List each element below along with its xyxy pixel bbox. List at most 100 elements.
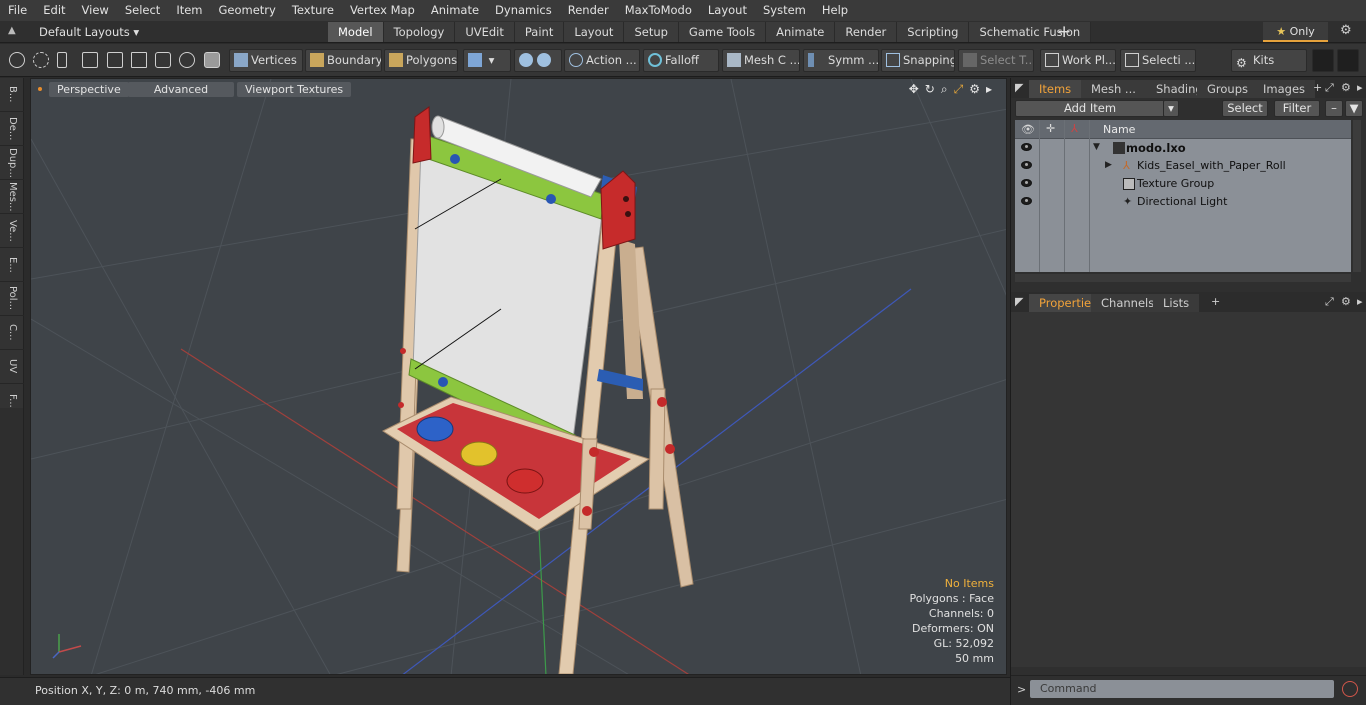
- strip-tab-curve[interactable]: C...: [0, 316, 24, 350]
- visibility-eye-icon[interactable]: [1021, 161, 1032, 169]
- expand-right-icon[interactable]: ▶: [1105, 160, 1112, 170]
- solid-shade-icon[interactable]: [204, 52, 220, 68]
- funnel-icon[interactable]: ▼: [1345, 100, 1363, 117]
- advanced-dropdown[interactable]: Advanced: [128, 82, 234, 97]
- command-input[interactable]: Command: [1030, 680, 1334, 698]
- menu-select[interactable]: Select: [117, 0, 168, 21]
- falloff-button[interactable]: Falloff: [643, 49, 719, 72]
- item-mode-dropdown[interactable]: ▾: [463, 49, 511, 72]
- align-icon[interactable]: [107, 52, 123, 68]
- snapping-button[interactable]: Snapping: [881, 49, 955, 72]
- action-center-button[interactable]: Action ...: [564, 49, 640, 72]
- tab-scripting[interactable]: Scripting: [897, 22, 970, 42]
- properties-arrow-icon[interactable]: ▸: [1357, 295, 1363, 308]
- tab-uvedit[interactable]: UVEdit: [455, 22, 515, 42]
- expand-arrow-icon[interactable]: ▸: [986, 82, 992, 97]
- select-button[interactable]: Select: [1222, 100, 1268, 117]
- viewport-gear-icon[interactable]: ⚙: [969, 82, 980, 97]
- work-plane-button[interactable]: Work Pl...: [1040, 49, 1116, 72]
- menu-maxtomodo[interactable]: MaxToModo: [617, 0, 700, 21]
- add-properties-tab-icon[interactable]: +: [1211, 295, 1220, 308]
- expand-down-icon[interactable]: ▼: [1093, 142, 1100, 152]
- gear-icon[interactable]: ⚙: [1340, 23, 1352, 38]
- menu-item[interactable]: Item: [168, 0, 210, 21]
- unreal-icon[interactable]: [1337, 49, 1359, 72]
- properties-collapse-icon[interactable]: ◤: [1015, 295, 1023, 308]
- item-row-light[interactable]: ✦ Directional Light: [1015, 193, 1351, 211]
- strip-tab-deform[interactable]: De...: [0, 112, 24, 146]
- symmetry-shapes-button[interactable]: [514, 49, 562, 72]
- pen-tool-icon[interactable]: [57, 52, 67, 68]
- boundary-button[interactable]: Boundary: [305, 49, 382, 72]
- strip-tab-edge[interactable]: E...: [0, 248, 24, 282]
- properties-maximize-icon[interactable]: ⤢: [1325, 295, 1334, 309]
- only-toggle[interactable]: ★ Only: [1263, 22, 1328, 42]
- tab-model[interactable]: Model: [328, 22, 384, 42]
- visibility-eye-icon[interactable]: [1021, 179, 1032, 187]
- frame-icon[interactable]: [155, 52, 171, 68]
- tab-game-tools[interactable]: Game Tools: [678, 22, 767, 42]
- visibility-eye-icon[interactable]: [1021, 143, 1032, 151]
- add-item-dropdown-icon[interactable]: ▾: [1163, 100, 1179, 117]
- perspective-dropdown[interactable]: Perspective: [49, 82, 129, 97]
- menu-vertex-map[interactable]: Vertex Map: [342, 0, 423, 21]
- menu-animate[interactable]: Animate: [423, 0, 487, 21]
- filter-button[interactable]: Filter: [1274, 100, 1320, 117]
- item-row-mesh[interactable]: ▶ ⅄ Kids_Easel_with_Paper_Roll: [1015, 157, 1351, 175]
- selection-sets-button[interactable]: Selecti ...: [1120, 49, 1196, 72]
- panel-arrow-icon[interactable]: ▸: [1357, 81, 1363, 94]
- viewport-textures-dropdown[interactable]: Viewport Textures: [237, 82, 352, 97]
- brush-icon[interactable]: [82, 52, 98, 68]
- vertices-button[interactable]: Vertices: [229, 49, 303, 72]
- menu-geometry[interactable]: Geometry: [211, 0, 284, 21]
- tab-mesh-ops[interactable]: Mesh ...: [1081, 80, 1146, 98]
- name-column-header[interactable]: Name: [1103, 123, 1135, 136]
- layout-arrow-icon[interactable]: ▲: [8, 25, 22, 39]
- tab-groups[interactable]: Groups: [1197, 80, 1259, 98]
- maximize-icon[interactable]: ⤢: [1325, 81, 1334, 95]
- center-icon[interactable]: [131, 52, 147, 68]
- item-list-scrollbar-horizontal[interactable]: [1015, 274, 1351, 282]
- tab-animate[interactable]: Animate: [766, 22, 836, 42]
- panel-collapse-icon[interactable]: ◤: [1015, 81, 1023, 94]
- tab-setup[interactable]: Setup: [624, 22, 679, 42]
- axis-column-icon[interactable]: ⅄: [1071, 122, 1078, 135]
- add-tab-icon[interactable]: +: [1057, 22, 1071, 42]
- menu-texture[interactable]: Texture: [284, 0, 342, 21]
- kits-button[interactable]: ⚙ Kits: [1231, 49, 1307, 72]
- 3d-viewport[interactable]: Perspective Advanced Viewport Textures ✥…: [30, 78, 1007, 675]
- menu-layout[interactable]: Layout: [700, 0, 755, 21]
- tab-images[interactable]: Images: [1253, 80, 1316, 98]
- rotate-icon[interactable]: [179, 52, 195, 68]
- menu-dynamics[interactable]: Dynamics: [487, 0, 560, 21]
- item-row-texture-group[interactable]: Texture Group: [1015, 175, 1351, 193]
- tab-items[interactable]: Items: [1029, 80, 1082, 98]
- menu-system[interactable]: System: [755, 0, 814, 21]
- add-item-button[interactable]: Add Item: [1015, 100, 1165, 117]
- list-options-icon[interactable]: –: [1325, 100, 1343, 117]
- item-list-scrollbar-vertical[interactable]: [1353, 120, 1361, 272]
- properties-gear-icon[interactable]: ⚙: [1341, 295, 1351, 308]
- visibility-eye-icon[interactable]: [1021, 197, 1032, 205]
- default-layouts-dropdown[interactable]: Default Layouts ▾: [39, 25, 139, 39]
- record-macro-icon[interactable]: [1342, 681, 1358, 697]
- symmetry-button[interactable]: Symm ...: [803, 49, 879, 72]
- strip-tab-duplicate[interactable]: Dup...: [0, 146, 24, 180]
- unity-icon[interactable]: [1312, 49, 1334, 72]
- tab-lists[interactable]: Lists: [1153, 294, 1200, 312]
- strip-tab-vertex[interactable]: Ve...: [0, 214, 24, 248]
- orbit-icon[interactable]: ↻: [925, 82, 935, 97]
- tab-layout[interactable]: Layout: [564, 22, 625, 42]
- tab-schematic-fusion[interactable]: Schematic Fusion: [969, 22, 1092, 42]
- strip-tab-mesh-edit[interactable]: Mes...: [0, 180, 24, 214]
- menu-file[interactable]: File: [0, 0, 35, 21]
- polygons-button[interactable]: Polygons: [384, 49, 458, 72]
- panel-gear-icon[interactable]: ⚙: [1341, 81, 1351, 94]
- tab-paint[interactable]: Paint: [514, 22, 565, 42]
- fit-icon[interactable]: ⤢: [954, 82, 964, 97]
- select-through-button[interactable]: Select T...: [958, 49, 1034, 72]
- lock-column-icon[interactable]: ✛: [1046, 122, 1055, 135]
- globe-icon[interactable]: [33, 52, 49, 68]
- item-row-scene[interactable]: ▼ modo.lxo: [1015, 139, 1351, 157]
- menu-help[interactable]: Help: [814, 0, 856, 21]
